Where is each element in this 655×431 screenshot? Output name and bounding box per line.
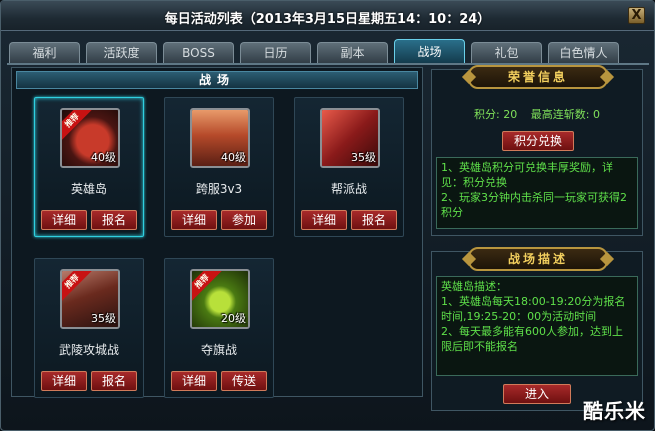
card-cross-server-3v3[interactable]: 40级 跨服3v3 详细 参加	[164, 97, 274, 237]
ornament-icon	[461, 251, 477, 267]
card-title: 帮派战	[330, 182, 367, 196]
guild-war-icon[interactable]: 35级	[320, 108, 380, 168]
details-button[interactable]: 详细	[301, 210, 347, 230]
details-button[interactable]: 详细	[171, 210, 217, 230]
battlefield-header: 战场	[16, 71, 418, 89]
honor-stats: 积分: 20 最高连斩数: 0	[432, 106, 642, 122]
card-title: 英雄岛	[70, 182, 107, 196]
tab-bar: 福利 活跃度 BOSS 日历 副本 战场 礼包 白色情人	[9, 39, 649, 64]
battlefield-panel: 战场 推荐 40级 英雄岛 详细 报名 40级 跨服3v3 详细 参加 35级 …	[11, 67, 423, 398]
ornament-icon	[599, 69, 615, 85]
card-title: 武陵攻城战	[58, 343, 119, 357]
honor-info-text: 1、英雄岛积分可兑换丰厚奖励，详见：积分兑换 2、玩家3分钟内击杀同一玩家可获得…	[436, 157, 638, 229]
details-button[interactable]: 详细	[41, 371, 87, 391]
signup-button[interactable]: 报名	[91, 210, 137, 230]
window-title: 每日活动列表（2013年3月15日星期五14：10：24）	[164, 12, 491, 27]
description-title-plate: 战场描述	[461, 247, 615, 271]
tab-white-valentine[interactable]: 白色情人	[548, 42, 619, 64]
card-guild-war[interactable]: 35级 帮派战 详细 报名	[294, 97, 404, 237]
tab-dungeon[interactable]: 副本	[317, 42, 388, 64]
level-requirement: 40级	[91, 151, 116, 164]
details-button[interactable]: 详细	[41, 210, 87, 230]
card-title: 夺旗战	[200, 343, 237, 357]
honor-title: 荣誉信息	[507, 70, 568, 84]
card-wuling-siege[interactable]: 推荐 35级 武陵攻城战 详细 报名	[34, 258, 144, 398]
ornament-icon	[461, 69, 477, 85]
teleport-button[interactable]: 传送	[221, 371, 267, 391]
description-title: 战场描述	[507, 252, 568, 266]
max-streak-value: 最高连斩数: 0	[530, 108, 600, 121]
honor-title-plate: 荣誉信息	[461, 65, 615, 89]
level-requirement: 40级	[221, 151, 246, 164]
details-button[interactable]: 详细	[171, 371, 217, 391]
level-requirement: 35级	[91, 312, 116, 325]
activity-window: 每日活动列表（2013年3月15日星期五14：10：24） X 福利 活跃度 B…	[0, 0, 655, 431]
tab-battlefield[interactable]: 战场	[394, 39, 465, 64]
points-value: 积分: 20	[474, 108, 518, 121]
wuling-siege-icon[interactable]: 推荐 35级	[60, 269, 120, 329]
description-panel: 战场描述 英雄岛描述： 1、英雄岛每天18:00-19:20分为报名时间,19:…	[431, 247, 643, 411]
battlefield-description-text: 英雄岛描述： 1、英雄岛每天18:00-19:20分为报名时间,19:25-20…	[436, 276, 638, 376]
enter-button[interactable]: 进入	[503, 384, 571, 404]
card-capture-flag[interactable]: 推荐 20级 夺旗战 详细 传送	[164, 258, 274, 398]
hero-island-icon[interactable]: 推荐 40级	[60, 108, 120, 168]
level-requirement: 35级	[351, 151, 376, 164]
title-bar[interactable]: 每日活动列表（2013年3月15日星期五14：10：24） X	[1, 1, 654, 31]
level-requirement: 20级	[221, 312, 246, 325]
honor-panel: 荣誉信息 积分: 20 最高连斩数: 0 积分兑换 1、英雄岛积分可兑换丰厚奖励…	[431, 65, 643, 236]
points-exchange-button[interactable]: 积分兑换	[502, 131, 574, 151]
watermark-logo: 酷乐米	[583, 399, 646, 423]
cross-server-icon[interactable]: 40级	[190, 108, 250, 168]
ornament-icon	[599, 251, 615, 267]
card-title: 跨服3v3	[195, 182, 243, 196]
tab-activity[interactable]: 活跃度	[86, 42, 157, 64]
tab-boss[interactable]: BOSS	[163, 42, 234, 64]
signup-button[interactable]: 报名	[91, 371, 137, 391]
join-button[interactable]: 参加	[221, 210, 267, 230]
close-button[interactable]: X	[628, 7, 645, 24]
tab-gift[interactable]: 礼包	[471, 42, 542, 64]
tab-calendar[interactable]: 日历	[240, 42, 311, 64]
card-hero-island[interactable]: 推荐 40级 英雄岛 详细 报名	[34, 97, 144, 237]
signup-button[interactable]: 报名	[351, 210, 397, 230]
capture-flag-icon[interactable]: 推荐 20级	[190, 269, 250, 329]
tab-welfare[interactable]: 福利	[9, 42, 80, 64]
